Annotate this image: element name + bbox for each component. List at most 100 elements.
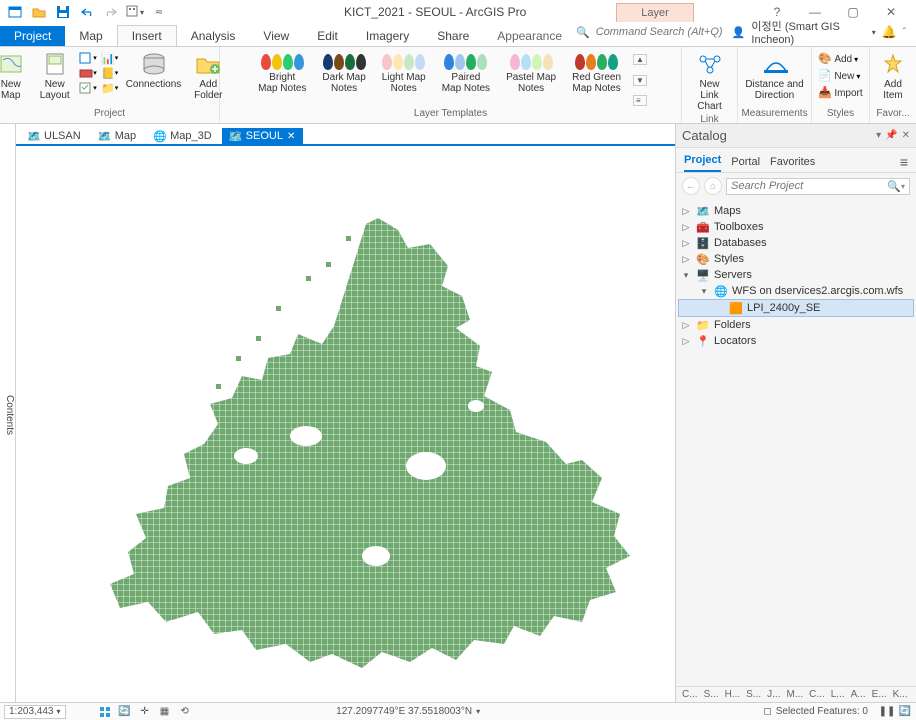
template-paired[interactable]: Paired Map Notes — [436, 52, 496, 96]
undo-icon[interactable] — [78, 3, 96, 21]
template-light[interactable]: Light Map Notes — [376, 52, 432, 96]
status-bar: 1:203,443▾ 🔄 ✛ ▦ ⟲ 127.2097749°E 37.5518… — [0, 702, 916, 720]
tab-appearance[interactable]: Appearance — [483, 26, 576, 46]
import-map-icon[interactable]: 📊▾ — [101, 51, 119, 65]
tab-insert[interactable]: Insert — [117, 25, 177, 46]
tree-layer-selected[interactable]: 🟧LPI_2400y_SE — [678, 299, 914, 317]
home-icon[interactable]: ⌂ — [704, 177, 722, 195]
catalog-search-input[interactable]: 🔍 ▾ — [726, 178, 910, 195]
quick-access-toolbar: ▾ ≂ — [0, 1, 174, 23]
tab-close-icon[interactable]: ✕ — [287, 131, 295, 142]
tab-analysis[interactable]: Analysis — [177, 26, 250, 46]
new-project-icon[interactable] — [6, 3, 24, 21]
command-search-input[interactable] — [596, 26, 726, 38]
open-project-icon[interactable] — [30, 3, 48, 21]
template-dark[interactable]: Dark Map Notes — [316, 52, 371, 96]
qat-more-icon[interactable]: ≂ — [150, 3, 168, 21]
catalog-tab-portal[interactable]: Portal — [731, 156, 760, 172]
extent-icon[interactable] — [98, 705, 112, 719]
doc-tab-map3d[interactable]: 🌐Map_3D — [146, 128, 220, 144]
globe-icon: 🌐 — [154, 130, 166, 142]
dynamic-icon[interactable]: ⟲ — [178, 705, 192, 719]
tab-edit[interactable]: Edit — [303, 26, 352, 46]
template-bright[interactable]: Bright Map Notes — [252, 52, 312, 96]
group-styles-label: Styles — [827, 108, 854, 121]
doc-tab-seoul[interactable]: 🗺️SEOUL✕ — [222, 128, 304, 144]
group-templates-label: Layer Templates — [414, 108, 487, 121]
styles-import-button[interactable]: 📥Import — [816, 85, 864, 101]
tab-project[interactable]: Project — [0, 26, 65, 46]
tree-toolboxes[interactable]: ▷🧰Toolboxes — [678, 219, 914, 235]
task-icon[interactable]: ▾ — [79, 81, 97, 95]
tree-locators[interactable]: ▷📍Locators — [678, 333, 914, 349]
close-pane-icon[interactable]: ✕ — [902, 130, 910, 141]
add-folder-small-icon[interactable]: 📁▾ — [101, 81, 119, 95]
toolbox-icon[interactable]: ▾ — [79, 66, 97, 80]
coordinates-text: 127.2097749°E 37.5518003°N — [336, 706, 472, 717]
search-icon: 🔍 — [887, 180, 901, 193]
save-icon[interactable] — [54, 3, 72, 21]
seoul-grid-layer — [76, 206, 636, 686]
selected-features-text: Selected Features: 0 — [776, 706, 868, 717]
pin-icon[interactable]: 📌 — [885, 130, 897, 141]
gallery-down-icon[interactable]: ▼ — [633, 75, 647, 86]
tab-imagery[interactable]: Imagery — [352, 26, 423, 46]
map-canvas[interactable] — [16, 146, 675, 702]
group-favorites-label: Favor... — [876, 108, 909, 121]
styles-add-button[interactable]: 🎨Add▾ — [816, 51, 864, 67]
small-buttons-strip2: 📊▾ 📒▾ 📁▾ — [101, 49, 119, 95]
refresh-icon[interactable]: 🔄 — [898, 705, 912, 719]
collapse-ribbon-icon[interactable]: ˆ — [903, 27, 906, 38]
catalog-tree: ▷🗺️Maps ▷🧰Toolboxes ▷🗄️Databases ▷🎨Style… — [676, 199, 916, 353]
coord-dropdown-icon[interactable]: ▾ — [476, 707, 480, 716]
catalog-footer-tabs[interactable]: C...S...H...S...J...M...C...L...A...E...… — [676, 686, 916, 702]
tab-share[interactable]: Share — [423, 26, 483, 46]
catalog-tab-favorites[interactable]: Favorites — [770, 156, 815, 172]
distance-direction-button[interactable]: Distance and Direction — [742, 49, 806, 103]
gallery-up-icon[interactable]: ▲ — [633, 54, 647, 65]
catalog-menu-icon[interactable]: ≡ — [900, 154, 908, 172]
tree-styles[interactable]: ▷🎨Styles — [678, 251, 914, 267]
gallery-expand-icon[interactable]: ≡ — [633, 95, 647, 106]
map-icon: 🗺️ — [230, 130, 242, 142]
tree-servers[interactable]: ▾🖥️Servers — [678, 267, 914, 283]
new-link-chart-button[interactable]: New Link Chart — [686, 49, 733, 114]
rotation-icon[interactable]: 🔄 — [118, 705, 132, 719]
doc-tab-ulsan[interactable]: 🗺️ULSAN — [20, 128, 89, 144]
tree-folders[interactable]: ▷📁Folders — [678, 317, 914, 333]
tree-databases[interactable]: ▷🗄️Databases — [678, 235, 914, 251]
new-report-icon[interactable]: ▾ — [79, 51, 97, 65]
user-icon: 👤 — [732, 26, 746, 39]
styles-new-button[interactable]: 📄New▾ — [816, 68, 864, 84]
tree-maps[interactable]: ▷🗺️Maps — [678, 203, 914, 219]
grid-icon[interactable]: ▦ — [158, 705, 172, 719]
catalog-tab-project[interactable]: Project — [684, 154, 721, 172]
redo-icon[interactable] — [102, 3, 120, 21]
connections-button[interactable]: Connections — [123, 49, 185, 92]
search-icon: 🔍 — [576, 26, 590, 39]
pause-icon[interactable]: ❚❚ — [880, 705, 894, 719]
sidebar-tab-contents[interactable]: Contents — [4, 395, 15, 435]
snapping-icon[interactable]: ✛ — [138, 705, 152, 719]
tree-wfs-connection[interactable]: ▾🌐WFS on dservices2.arcgis.com.wfs — [678, 283, 914, 299]
group-measurements-label: Measurements — [741, 108, 807, 121]
scale-input[interactable]: 1:203,443▾ — [4, 705, 66, 719]
qat-customize-icon[interactable]: ▾ — [126, 3, 144, 21]
new-map-button[interactable]: New Map — [0, 49, 31, 103]
new-notebook-icon[interactable]: 📒▾ — [101, 66, 119, 80]
window-title: KICT_2021 - SEOUL - ArcGIS Pro — [344, 5, 526, 19]
template-redgreen[interactable]: Red Green Map Notes — [566, 52, 627, 96]
doc-tab-map[interactable]: 🗺️Map — [91, 128, 144, 144]
add-item-button[interactable]: Add Item — [873, 49, 913, 103]
group-project-label: Project — [94, 108, 125, 121]
user-name-label[interactable]: 이정민 (Smart GIS Incheon) — [751, 18, 865, 46]
tab-map[interactable]: Map — [65, 26, 116, 46]
template-pastel[interactable]: Pastel Map Notes — [500, 52, 562, 96]
new-layout-button[interactable]: New Layout — [35, 49, 75, 103]
notifications-icon[interactable]: 🔔 — [882, 25, 897, 39]
selection-icon: ◻ — [763, 706, 771, 717]
catalog-title: Catalog — [682, 128, 727, 143]
tab-view[interactable]: View — [249, 26, 303, 46]
autohide-icon[interactable]: ▾ — [876, 130, 881, 141]
back-icon[interactable]: ← — [682, 177, 700, 195]
